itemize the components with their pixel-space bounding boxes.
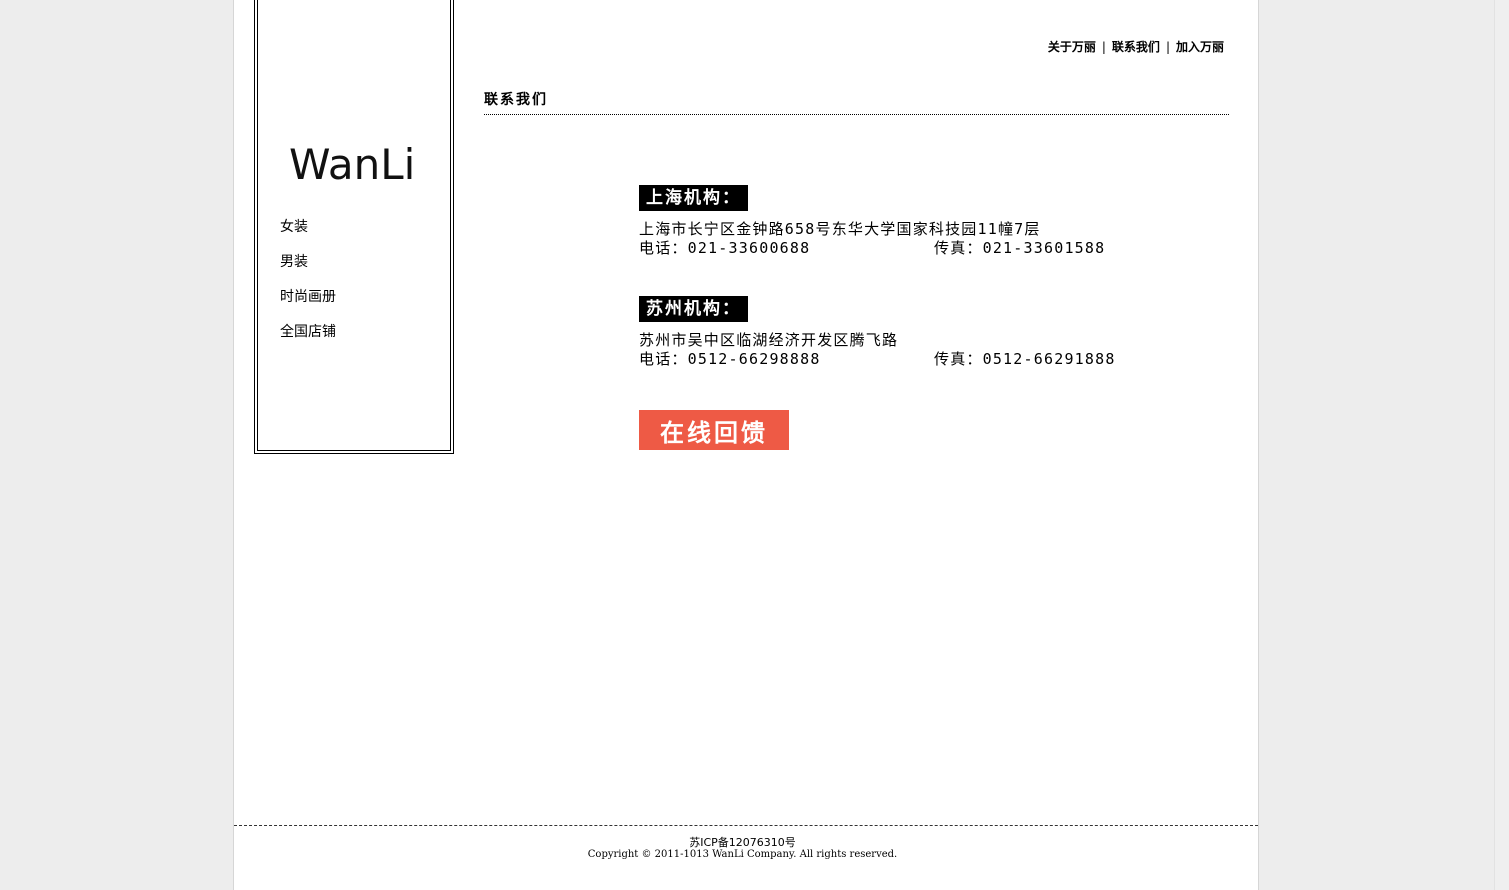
sidebar-frame-inner: WanLi 女装 男装 时尚画册 全国店铺: [257, 0, 451, 451]
online-feedback-button[interactable]: 在线回馈: [639, 410, 789, 450]
footer-icp[interactable]: 苏ICP备12076310号: [234, 834, 1251, 850]
sidebar-nav: 女装 男装 时尚画册 全国店铺: [280, 217, 336, 357]
office-phone: 电话：0512-66298888: [639, 350, 821, 368]
footer-divider: [234, 825, 1258, 826]
office-contact-row: 电话：0512-66298888 传真：0512-66291888: [639, 350, 1114, 369]
office-suzhou: 苏州机构： 苏州市吴中区临湖经济开发区腾飞路 电话：0512-66298888 …: [639, 296, 1114, 369]
sidebar-item-lookbook[interactable]: 时尚画册: [280, 287, 336, 322]
join-link[interactable]: 加入万丽: [1176, 38, 1224, 55]
page-title: 联系我们: [484, 92, 548, 108]
top-nav-separator: |: [1165, 39, 1170, 54]
office-phone: 电话：021-33600688: [639, 239, 811, 257]
office-fax: 传真：0512-66291888: [934, 350, 1116, 368]
footer-copyright: Copyright © 2011-1013 WanLi Company. All…: [587, 849, 898, 860]
sidebar-item-stores[interactable]: 全国店铺: [280, 322, 336, 357]
window-scrollbar[interactable]: [1494, 0, 1509, 890]
office-contact-row: 电话：021-33600688 传真：021-33601588: [639, 239, 1104, 258]
office-address: 上海市长宁区金钟路658号东华大学国家科技园11幢7层: [639, 220, 1041, 238]
office-fax: 传真：021-33601588: [934, 239, 1106, 257]
title-divider: [484, 114, 1229, 115]
office-label: 苏州机构：: [639, 296, 748, 322]
sidebar-item-mens[interactable]: 男装: [280, 252, 336, 287]
brand-logo[interactable]: WanLi: [289, 144, 415, 186]
office-shanghai: 上海机构： 上海市长宁区金钟路658号东华大学国家科技园11幢7层 电话：021…: [639, 185, 1104, 258]
page-container: WanLi 女装 男装 时尚画册 全国店铺 关于万丽 | 联系我们 | 加入万丽…: [233, 0, 1259, 890]
contact-link[interactable]: 联系我们: [1112, 38, 1160, 55]
sidebar-item-womens[interactable]: 女装: [280, 217, 336, 252]
top-nav: 关于万丽 | 联系我们 | 加入万丽: [1048, 38, 1224, 55]
office-label: 上海机构：: [639, 185, 748, 211]
about-link[interactable]: 关于万丽: [1048, 38, 1096, 55]
sidebar-frame: WanLi 女装 男装 时尚画册 全国店铺: [254, 0, 454, 454]
top-nav-separator: |: [1101, 39, 1106, 54]
office-address: 苏州市吴中区临湖经济开发区腾飞路: [639, 331, 899, 349]
